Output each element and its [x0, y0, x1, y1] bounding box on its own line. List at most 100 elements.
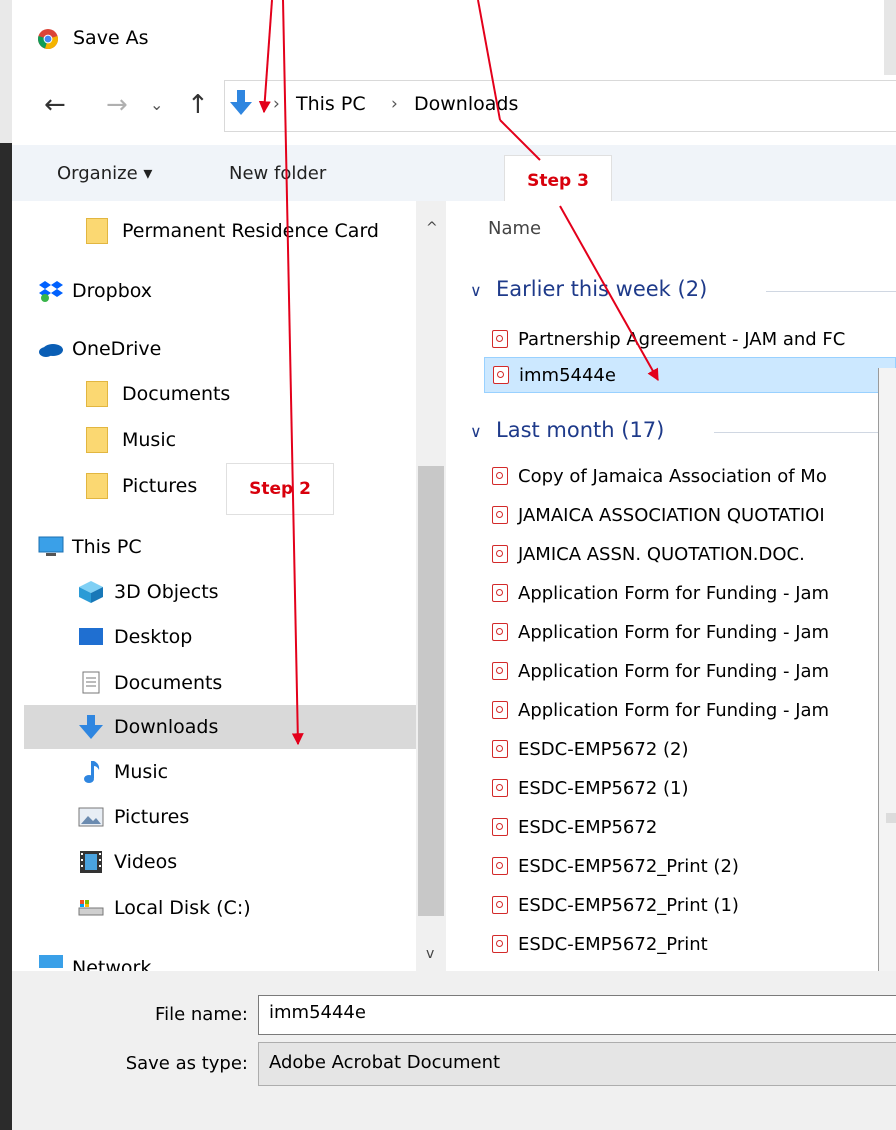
pdf-file-icon	[492, 330, 508, 348]
file-row[interactable]: JAMICA ASSN. QUOTATION.DOC.	[470, 536, 896, 572]
file-name: Application Form for Funding - Jam	[518, 660, 830, 682]
sidebar-item-permanent-residence-card[interactable]: Permanent Residence Card	[86, 209, 416, 253]
network-icon	[39, 955, 63, 968]
file-row[interactable]: ESDC-EMP5672 (2)	[470, 731, 896, 767]
file-name-input[interactable]: imm5444e	[258, 995, 896, 1035]
up-arrow-icon[interactable]: ↑	[187, 90, 209, 120]
sidebar-item-label: Pictures	[122, 475, 198, 497]
breadcrumb-this-pc[interactable]: This PC	[296, 93, 366, 115]
group-header-earlier-this-week[interactable]: Earlier this week (2)	[496, 277, 707, 301]
step-3-callout: Step 3	[504, 155, 612, 207]
download-arrow-icon	[79, 715, 103, 739]
sidebar-item-label: Documents	[114, 672, 223, 694]
pdf-file-icon	[492, 740, 508, 758]
file-name: ESDC-EMP5672	[518, 816, 658, 838]
sidebar-item-dropbox[interactable]: Dropbox	[38, 269, 416, 313]
file-name: imm5444e	[519, 364, 616, 386]
drive-icon	[78, 900, 104, 916]
file-name: ESDC-EMP5672_Print	[518, 933, 708, 955]
sidebar-item-documents[interactable]: Documents	[78, 661, 416, 705]
scroll-down-icon[interactable]: v	[426, 946, 434, 962]
save-as-type-label: Save as type:	[125, 1053, 248, 1074]
file-row[interactable]: Application Form for Funding - Jam	[470, 692, 896, 728]
sidebar-item-label: Pictures	[114, 806, 190, 828]
chrome-icon	[38, 29, 58, 49]
pdf-file-icon	[492, 779, 508, 797]
sidebar-item-onedrive-documents[interactable]: Documents	[86, 372, 416, 416]
file-row[interactable]: ESDC-EMP5672_Print	[470, 926, 896, 962]
sidebar-item-onedrive-music[interactable]: Music	[86, 418, 416, 462]
recent-locations-chevron-icon[interactable]: ⌄	[150, 95, 163, 114]
file-row[interactable]: ESDC-EMP5672_Print (2)	[470, 848, 896, 884]
file-row[interactable]: ESDC-EMP5672_Print (1)	[470, 887, 896, 923]
sidebar-item-label: Music	[122, 429, 177, 451]
chevron-down-icon[interactable]: ∨	[470, 281, 482, 300]
organize-button[interactable]: Organize ▾	[57, 163, 152, 184]
navigation-pane: Permanent Residence Card Dropbox OneDriv…	[12, 201, 416, 971]
scrollbar-thumb[interactable]	[418, 466, 444, 916]
sidebar-item-label: Downloads	[114, 716, 219, 738]
file-row[interactable]: Application Form for Funding - Jam	[470, 653, 896, 689]
forward-arrow-icon[interactable]: →	[106, 90, 128, 120]
file-row[interactable]: Application Form for Funding - Jam	[470, 614, 896, 650]
file-row[interactable]: Copy of Jamaica Association of Mo	[470, 458, 896, 494]
chevron-down-icon[interactable]: ∨	[470, 422, 482, 441]
sidebar-item-label: OneDrive	[72, 338, 162, 360]
back-arrow-icon[interactable]: ←	[44, 90, 66, 120]
sidebar-item-local-disk[interactable]: Local Disk (C:)	[78, 886, 416, 930]
sidebar-item-desktop[interactable]: Desktop	[78, 615, 416, 659]
file-row[interactable]: ESDC-EMP5672 (1)	[470, 770, 896, 806]
file-name: Application Form for Funding - Jam	[518, 699, 830, 721]
popup-marker	[886, 813, 896, 823]
group-header-last-month[interactable]: Last month (17)	[496, 418, 664, 442]
file-row[interactable]: Application Form for Funding - Jam	[470, 575, 896, 611]
sidebar-item-network[interactable]: Network	[38, 947, 416, 971]
pdf-file-icon	[492, 545, 508, 563]
pdf-file-icon	[492, 662, 508, 680]
sidebar-item-downloads[interactable]: Downloads	[24, 705, 416, 749]
sidebar-item-music[interactable]: Music	[78, 750, 416, 794]
save-as-type-select[interactable]: Adobe Acrobat Document	[258, 1042, 896, 1086]
window-title: Save As	[73, 27, 149, 49]
file-name: JAMICA ASSN. QUOTATION.DOC.	[518, 543, 805, 565]
new-folder-button[interactable]: New folder	[229, 163, 326, 184]
pdf-file-icon	[492, 896, 508, 914]
group-divider	[766, 291, 896, 292]
file-row[interactable]: ESDC-EMP5672	[470, 809, 896, 845]
file-name-label: File name:	[155, 1004, 248, 1025]
pictures-icon	[78, 807, 104, 827]
left-window-edge	[0, 0, 12, 1130]
pdf-file-icon	[492, 584, 508, 602]
dropbox-icon	[39, 281, 63, 302]
sidebar-item-label: Network	[72, 957, 152, 971]
column-header-name[interactable]: Name	[488, 218, 541, 239]
breadcrumb-downloads[interactable]: Downloads	[414, 93, 518, 115]
pdf-file-icon	[492, 701, 508, 719]
sidebar-item-label: Desktop	[114, 626, 193, 648]
folder-icon	[86, 381, 108, 407]
file-name: Application Form for Funding - Jam	[518, 582, 830, 604]
sidebar-item-onedrive[interactable]: OneDrive	[38, 327, 416, 371]
file-row[interactable]: JAMAICA ASSOCIATION QUOTATIOI	[470, 497, 896, 533]
pdf-file-icon	[492, 623, 508, 641]
sidebar-item-videos[interactable]: Videos	[78, 840, 416, 884]
pdf-file-icon	[492, 467, 508, 485]
sidebar-item-this-pc[interactable]: This PC	[38, 525, 416, 569]
file-name: JAMAICA ASSOCIATION QUOTATIOI	[518, 504, 825, 526]
folder-icon	[86, 218, 108, 244]
sidebar-item-pictures[interactable]: Pictures	[78, 795, 416, 839]
file-row[interactable]: Partnership Agreement - JAM and FC	[470, 321, 896, 357]
group-divider	[714, 432, 878, 433]
file-name: ESDC-EMP5672_Print (2)	[518, 855, 739, 877]
file-name: Partnership Agreement - JAM and FC	[518, 328, 846, 350]
file-row-selected[interactable]: imm5444e	[484, 357, 896, 393]
folder-icon	[86, 427, 108, 453]
sidebar-item-3d-objects[interactable]: 3D Objects	[78, 570, 416, 614]
sidebar-item-label: Dropbox	[72, 280, 153, 302]
scroll-up-icon[interactable]: ^	[426, 220, 438, 236]
file-name: ESDC-EMP5672_Print (1)	[518, 894, 739, 916]
file-name: Copy of Jamaica Association of Mo	[518, 465, 827, 487]
film-icon	[80, 851, 102, 873]
desktop-icon	[79, 628, 103, 645]
sidebar-item-label: Local Disk (C:)	[114, 897, 251, 919]
